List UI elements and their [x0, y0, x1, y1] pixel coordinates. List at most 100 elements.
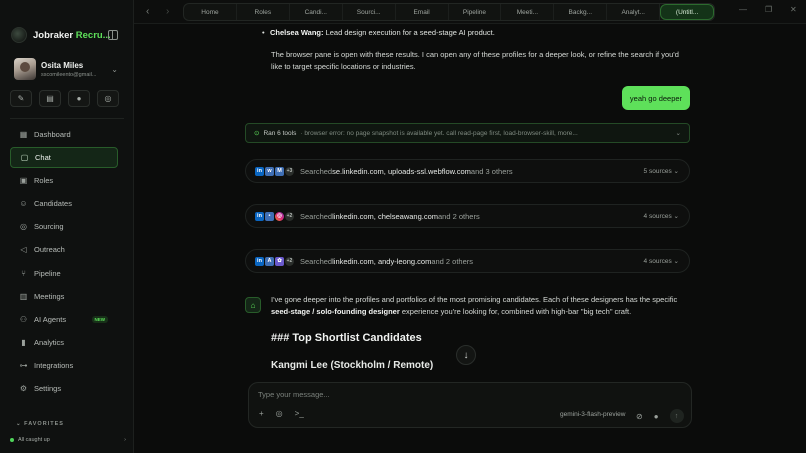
tab-email[interactable]: Email — [396, 4, 449, 20]
sidebar-nav: ▦ Dashboard ▢ Chat ▣ Roles ☺ Candidates ◎ Sou… — [10, 124, 118, 401]
webflow-icon: w — [265, 166, 274, 176]
favorites-header[interactable]: ⌄ FAVORITES — [16, 421, 64, 427]
tab-candidates[interactable]: Candi... — [290, 4, 343, 20]
robot-icon: ⚇ — [19, 314, 28, 324]
sidebar-item-dashboard[interactable]: ▦ Dashboard — [10, 124, 118, 145]
calendar-icon: ▥ — [19, 291, 28, 301]
check-circle-icon: ⊙ — [254, 130, 260, 137]
sidebar-item-ai-agents[interactable]: ⚇ AI Agents NEW — [10, 309, 118, 330]
message-subheading: Kangmi Lee (Stockholm / Remote) — [271, 360, 434, 371]
tab-roles[interactable]: Roles — [237, 4, 290, 20]
sidebar-item-sourcing[interactable]: ◎ Sourcing — [10, 216, 118, 237]
megaphone-icon: ◁ — [20, 245, 27, 255]
chat-icon: ▢ — [20, 153, 29, 163]
add-icon[interactable]: + — [259, 409, 264, 418]
tab-strip: Home Roles Candi... Sourci... Email Pipe… — [183, 3, 715, 21]
mute-icon[interactable]: ⊘ — [636, 412, 643, 421]
close-icon[interactable]: ✕ — [790, 5, 797, 14]
send-button[interactable]: ↑ — [669, 409, 684, 423]
divider — [10, 118, 124, 119]
instagram-icon: ◎ — [275, 211, 284, 221]
linkedin-icon: in — [255, 166, 264, 176]
chevron-down-icon: ⌄ — [675, 130, 681, 137]
back-arrow-icon[interactable]: ‹ — [146, 6, 149, 17]
message-paragraph: I've gone deeper into the profiles and p… — [271, 295, 678, 316]
sidebar-item-settings[interactable]: ⚙ Settings — [10, 378, 118, 399]
sidebar-item-chat[interactable]: ▢ Chat — [10, 147, 118, 169]
scroll-down-button[interactable]: ↓ — [456, 345, 476, 365]
message-input[interactable]: Type your message... — [258, 390, 330, 399]
more-sources-count: +3 — [285, 166, 294, 176]
list-item: Chelsea Wang: Lead design execution for … — [262, 28, 495, 37]
quick-actions: ✎ ▤ ● ◎ — [10, 90, 119, 107]
sidebar-item-pipeline[interactable]: ⑂ Pipeline — [10, 263, 118, 284]
sidebar-item-candidates[interactable]: ☺ Candidates — [10, 193, 118, 214]
grid-icon: ▦ — [19, 130, 28, 139]
user-profile[interactable]: Osita Miles sscomileento@gmail... ⌄ — [14, 57, 122, 81]
brand[interactable]: Jobraker Recru... — [11, 27, 111, 43]
tab-meetings[interactable]: Meeti... — [501, 4, 555, 20]
gear-icon: ⚙ — [19, 384, 28, 394]
site-icon: ✿ — [275, 256, 284, 266]
model-selector[interactable]: gemini-3-flash-preview — [560, 411, 625, 418]
tools-detail: · browser error: no page snapshot is ava… — [300, 129, 578, 137]
brand-name: Jobraker Recru... — [33, 29, 111, 41]
search-result-card[interactable]: in A ✿ +2 Searched linkedin.com, andy-leong… — [245, 249, 690, 273]
assistant-message-previous: Chelsea Wang: Lead design execution for … — [245, 24, 690, 72]
briefcase-icon: ▣ — [19, 176, 28, 186]
sidebar-item-integrations[interactable]: ⊶ Integrations — [10, 355, 118, 376]
avatar — [14, 58, 36, 80]
maximize-icon[interactable]: ❐ — [765, 5, 772, 14]
pipeline-icon: ⑂ — [21, 268, 26, 278]
sources-count: 4 sources ⌄ — [643, 258, 679, 265]
forward-arrow-icon[interactable]: › — [166, 6, 169, 17]
chevron-down-icon[interactable]: ⌄ — [111, 65, 118, 74]
sources-count: 4 sources ⌄ — [643, 213, 679, 220]
tab-analytics[interactable]: Analyt... — [607, 4, 661, 20]
chat-panel: Chelsea Wang: Lead design execution for … — [134, 24, 806, 453]
sources-count: 5 sources ⌄ — [643, 168, 679, 175]
arrow-up-icon: ↑ — [674, 412, 679, 420]
new-badge: NEW — [91, 315, 108, 323]
tab-untitled[interactable]: (Untitl... — [660, 4, 715, 20]
tab-sourcing[interactable]: Sourci... — [343, 4, 396, 20]
sidebar-item-meetings[interactable]: ▥ Meetings — [10, 286, 118, 307]
user-message-bubble: yeah go deeper — [622, 86, 690, 110]
tab-home[interactable]: Home — [184, 4, 237, 20]
sidebar-item-roles[interactable]: ▣ Roles — [10, 170, 118, 191]
tab-background[interactable]: Backg... — [554, 4, 608, 20]
status-bar[interactable]: All caught up › — [10, 437, 126, 443]
sidebar-item-outreach[interactable]: ◁ Outreach — [10, 239, 118, 260]
arrow-down-icon: ↓ — [463, 349, 469, 361]
document-icon[interactable]: ▤ — [39, 90, 61, 107]
linkedin-icon: in — [255, 256, 264, 266]
chevron-down-icon: ⌄ — [16, 421, 25, 427]
globe-icon[interactable]: ◎ — [97, 90, 119, 107]
search-result-card[interactable]: in w M +3 Searched se.linkedin.com, uploads… — [245, 159, 690, 183]
site-icon: M — [275, 166, 284, 176]
site-icon: A — [265, 256, 274, 266]
tools-summary[interactable]: ⊙ Ran 6 tools · browser error: no page s… — [245, 123, 690, 143]
tab-pipeline[interactable]: Pipeline — [449, 4, 502, 20]
linkedin-icon: in — [255, 211, 264, 221]
edit-icon[interactable]: ✎ — [10, 90, 32, 107]
microphone-icon[interactable]: ● — [68, 90, 90, 107]
chart-icon: ▮ — [21, 337, 26, 347]
status-dot-icon — [10, 438, 14, 442]
status-text: All caught up — [18, 437, 50, 443]
sidebar-collapse-icon[interactable] — [108, 30, 118, 40]
brand-logo-icon — [11, 27, 27, 43]
browser-tab-bar: ‹ › Home Roles Candi... Sourci... Email … — [134, 0, 806, 24]
search-result-card[interactable]: in • ◎ +2 Searched linkedin.com, chelseawan… — [245, 204, 690, 228]
sidebar-item-analytics[interactable]: ▮ Analytics — [10, 332, 118, 353]
sidebar: Jobraker Recru... Osita Miles sscomileen… — [0, 0, 134, 453]
user-name: Osita Miles — [41, 60, 84, 70]
message-paragraph: The browser pane is open with these resu… — [271, 50, 679, 71]
terminal-icon[interactable]: >_ — [295, 409, 304, 418]
minimize-icon[interactable]: — — [739, 5, 747, 14]
globe-icon[interactable]: ◎ — [276, 409, 283, 418]
users-icon: ☺ — [19, 199, 28, 209]
message-composer[interactable]: Type your message... + ◎ >_ gemini-3-fla… — [248, 382, 692, 428]
microphone-icon[interactable]: ● — [654, 412, 659, 421]
message-heading: ### Top Shortlist Candidates — [271, 332, 422, 344]
